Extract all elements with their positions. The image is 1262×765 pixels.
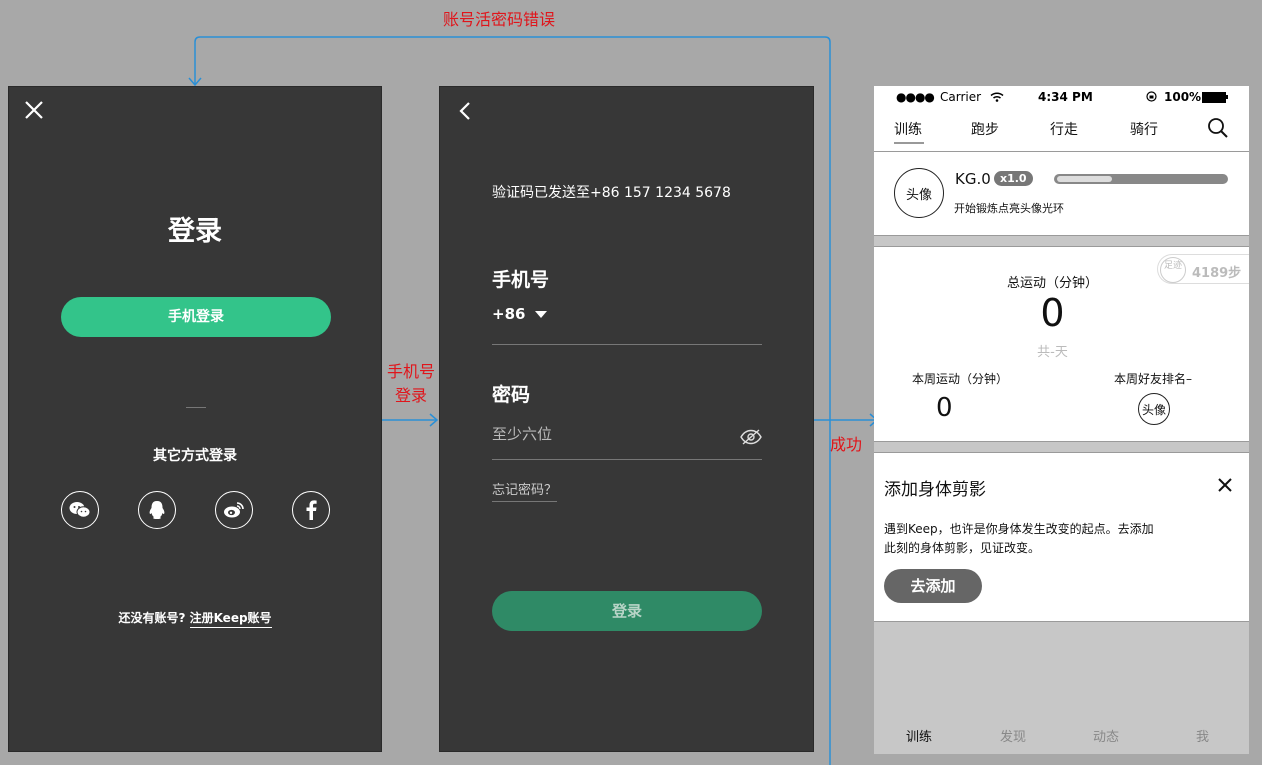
profile-card[interactable]: 头像 KG.0 x1.0 开始锻炼点亮头像光环 <box>874 152 1249 236</box>
password-login-screen: 验证码已发送至+86 157 1234 5678 手机号 +86 密码 至少六位… <box>439 86 814 752</box>
search-icon[interactable] <box>1207 117 1229 139</box>
phone-label: 手机号 <box>492 269 550 291</box>
total-exercise-value: 0 <box>1040 291 1065 335</box>
level-progress-bar <box>1054 174 1228 184</box>
login-button[interactable]: 登录 <box>492 591 762 631</box>
error-annotation: 账号活密码错误 <box>443 10 556 29</box>
register-footer: 还没有账号? 注册Keep账号 <box>9 609 381 628</box>
phone-login-annotation-line1: 手机号 <box>386 362 435 381</box>
avatar[interactable]: 头像 <box>894 168 944 218</box>
wechat-icon[interactable] <box>61 491 99 529</box>
stats-card[interactable]: 足迹 4189步 总运动（分钟） 0 共-天 本周运动（分钟） 0 本周好友排名… <box>874 246 1249 442</box>
add-card-title: 添加身体剪影 <box>884 480 986 500</box>
password-input-underline <box>492 459 762 460</box>
divider <box>186 407 206 408</box>
eye-slash-icon[interactable] <box>740 429 762 445</box>
close-icon[interactable] <box>1217 477 1233 493</box>
password-input[interactable]: 至少六位 <box>492 423 552 444</box>
go-add-button[interactable]: 去添加 <box>884 569 982 603</box>
login-screen: 登录 手机登录 其它方式登录 还没有账号? 注册Keep账号 <box>8 86 382 752</box>
top-bar: ●●●● Carrier 4:34 PM 100% 训练 跑步 行走 骑行 <box>874 86 1249 152</box>
bottom-tab-me[interactable]: 我 <box>1196 726 1209 745</box>
add-card-body-line2: 此刻的身体剪影，见证改变。 <box>884 541 1041 555</box>
phone-login-annotation: 手机号 登录 <box>385 360 437 408</box>
battery-icon <box>1202 92 1226 103</box>
total-days: 共-天 <box>1037 345 1068 360</box>
battery-percent: 100% <box>1164 90 1202 104</box>
code-sent-text: 验证码已发送至+86 157 1234 5678 <box>492 185 731 201</box>
tab-underline <box>894 142 924 144</box>
password-label: 密码 <box>492 384 531 406</box>
multiplier-badge: x1.0 <box>994 171 1033 186</box>
lock-rotation-icon <box>1146 91 1157 102</box>
forgot-password-link[interactable]: 忘记密码？ <box>492 479 558 502</box>
other-methods-label: 其它方式登录 <box>153 448 237 464</box>
caret-down-icon <box>534 310 547 318</box>
page-title: 登录 <box>168 216 222 247</box>
register-link[interactable]: 注册Keep账号 <box>189 611 272 628</box>
close-icon[interactable] <box>23 99 45 121</box>
level-progress-fill <box>1057 176 1112 182</box>
country-code-select[interactable]: +86 <box>492 305 547 323</box>
bottom-tab-discover[interactable]: 发现 <box>1000 726 1026 745</box>
phone-login-annotation-line2: 登录 <box>394 386 427 405</box>
tab-running[interactable]: 跑步 <box>971 119 999 139</box>
level-label: KG.0 <box>955 170 991 188</box>
phone-login-button[interactable]: 手机登录 <box>61 297 331 337</box>
tab-walking[interactable]: 行走 <box>1050 119 1078 139</box>
signal-dots: ●●●● <box>896 90 935 104</box>
friend-avatar[interactable]: 头像 <box>1138 393 1170 425</box>
clock-time: 4:34 PM <box>1038 90 1093 104</box>
bottom-tab-feed[interactable]: 动态 <box>1093 726 1119 745</box>
profile-subtitle: 开始锻炼点亮头像光环 <box>954 202 1064 215</box>
week-exercise-label: 本周运动（分钟） <box>912 372 1009 386</box>
add-card-body-line1: 遇到Keep，也许是你身体发生改变的起点。去添加 <box>884 522 1154 536</box>
tab-cycling[interactable]: 骑行 <box>1130 119 1158 139</box>
week-exercise-value: 0 <box>936 393 953 423</box>
qq-icon[interactable] <box>138 491 176 529</box>
bottom-tab-training[interactable]: 训练 <box>906 726 932 745</box>
tab-training[interactable]: 训练 <box>894 119 922 139</box>
phone-input-underline <box>492 344 762 345</box>
add-silhouette-card: 添加身体剪影 遇到Keep，也许是你身体发生改变的起点。去添加 此刻的身体剪影，… <box>874 452 1249 622</box>
facebook-icon[interactable] <box>292 491 330 529</box>
carrier-label: Carrier <box>940 90 982 104</box>
back-icon[interactable] <box>458 101 472 121</box>
wifi-icon <box>990 92 1004 102</box>
no-account-text: 还没有账号? <box>118 611 186 625</box>
friend-rank-label: 本周好友排名– <box>1114 372 1193 386</box>
total-exercise-label: 总运动（分钟） <box>1006 276 1098 291</box>
success-annotation: 成功 <box>830 435 863 454</box>
country-code-value: +86 <box>492 305 526 323</box>
home-screen: ●●●● Carrier 4:34 PM 100% 训练 跑步 行走 骑行 头像… <box>874 86 1249 754</box>
weibo-icon[interactable] <box>215 491 253 529</box>
battery-tip <box>1226 95 1228 99</box>
